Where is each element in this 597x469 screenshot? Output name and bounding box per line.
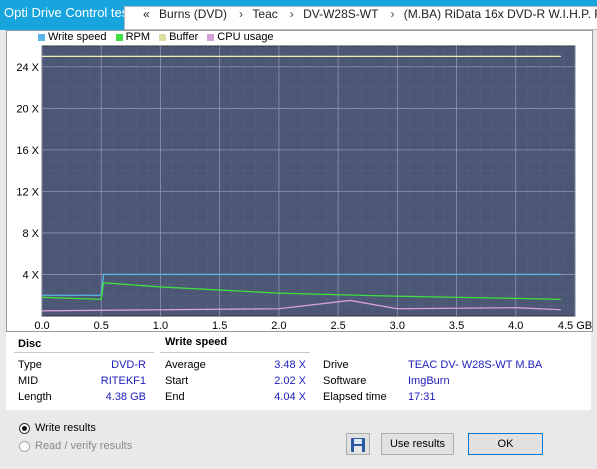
y-tick-label: 16 X [16,145,39,157]
divider [160,352,310,353]
disc-mid-value: RITEKF1 [100,375,146,387]
disc-length-label: Length [18,391,52,403]
save-icon [351,438,365,452]
drive-label: Drive [323,359,349,371]
use-results-button[interactable]: Use results [381,433,454,455]
disc-length-value: 4.38 GB [105,391,146,403]
drive-value: TEAC DV- W28S-WT M.BA [408,359,543,371]
y-tick-label: 4 X [22,269,39,281]
speed-average-value: 3.48 X [274,359,306,371]
speed-end-label: End [165,391,185,403]
x-tick-label: 3.5 [449,320,464,332]
speed-start-value: 2.02 X [274,375,306,387]
write-speed-chart: 4 X 8 X 12 X 16 X 20 X 24 X 0.0 0.5 1.0 1.5 2.0 2.5… [16,45,592,332]
x-tick-label: 2.5 [330,320,345,332]
write-speed-header: Write speed [165,336,228,348]
disc-mid-label: MID [18,375,39,387]
y-tick-label: 24 X [16,62,39,74]
elapsed-time-value: 17:31 [408,391,436,403]
y-tick-label: 12 X [16,186,39,198]
speed-average-label: Average [165,359,206,371]
y-tick-label: 8 X [22,228,39,240]
x-tick-label: 3.0 [390,320,405,332]
ok-button[interactable]: OK [468,433,543,455]
software-value: ImgBurn [408,375,450,387]
x-tick-label: 1.0 [153,320,168,332]
y-tick-label: 20 X [16,103,39,115]
write-results-radio[interactable] [19,423,30,434]
disc-type-value: DVD-R [111,359,146,371]
x-tick-label: 2.0 [271,320,286,332]
speed-end-value: 4.04 X [274,391,306,403]
divider [14,352,154,353]
x-tick-label: 4.5 GB [558,320,592,332]
software-label: Software [323,375,367,387]
save-button[interactable] [346,433,370,455]
speed-start-label: Start [165,375,189,387]
write-results-label[interactable]: Write results [35,422,96,434]
x-tick-label: 4.0 [508,320,523,332]
elapsed-time-label: Elapsed time [323,391,387,403]
x-tick-label: 0.5 [94,320,109,332]
disc-type-label: Type [18,359,42,371]
x-tick-label: 1.5 [212,320,227,332]
read-verify-results-radio[interactable] [19,441,30,452]
read-verify-results-label[interactable]: Read / verify results [35,440,132,452]
disc-header: Disc [18,338,42,350]
x-tick-label: 0.0 [34,320,49,332]
